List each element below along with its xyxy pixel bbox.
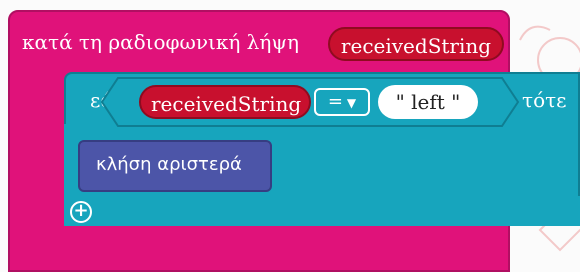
string-value-field[interactable]: " left " xyxy=(378,85,478,119)
call-left-function-block[interactable]: κλήση αριστερά xyxy=(78,140,272,192)
chevron-down-icon: ▼ xyxy=(346,96,357,110)
plus-circle-icon[interactable]: + xyxy=(70,201,92,223)
condition-variable[interactable]: receivedString xyxy=(139,85,311,119)
if-block-arm xyxy=(64,124,78,204)
operator-dropdown[interactable]: = ▼ xyxy=(314,88,370,116)
received-string-variable[interactable]: receivedString xyxy=(328,27,504,61)
then-label: τότε xyxy=(522,88,567,112)
event-label: κατά τη ραδιοφωνική λήψη xyxy=(22,30,300,54)
call-label: κλήση αριστερά xyxy=(96,154,242,175)
operator-label: = xyxy=(327,91,343,112)
if-block-bottom xyxy=(64,196,580,226)
